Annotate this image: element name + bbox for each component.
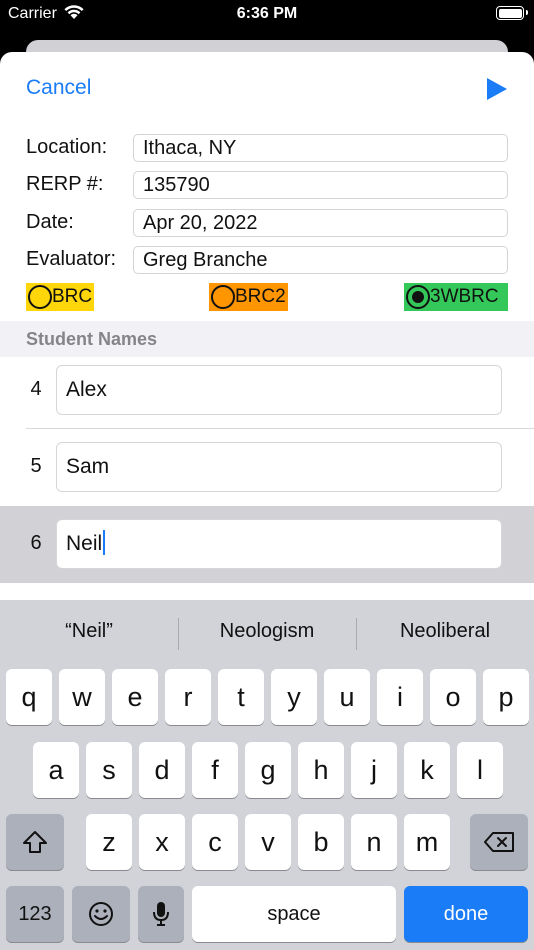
evaluation-sheet: Cancel Location: Ithaca, NY RERP #: 1357… [0,52,534,600]
text-cursor [103,529,106,555]
evaluator-field[interactable]: Greg Branche [133,246,508,274]
student-number: 6 [30,532,42,554]
course-option-brc2[interactable]: BRC2 [209,283,288,311]
rerp-row: RERP #: 135790 [26,171,508,199]
suggestion-bar: “Neil” Neologism Neoliberal [0,600,534,666]
dictation-key[interactable] [138,886,184,942]
student-name-field[interactable]: Sam [56,442,502,492]
key-p[interactable]: p [483,669,529,725]
emoji-icon [89,902,113,926]
key-v[interactable]: v [245,814,291,870]
key-h[interactable]: h [298,742,344,798]
student-row[interactable]: 5 Sam [0,429,534,506]
key-u[interactable]: u [324,669,370,725]
course-option-3wbrc[interactable]: 3WBRC [404,283,508,311]
numbers-key[interactable]: 123 [6,886,64,942]
microphone-icon [153,902,169,926]
cancel-button[interactable]: Cancel [26,76,91,100]
key-j[interactable]: j [351,742,397,798]
done-key[interactable]: done [404,886,528,942]
key-g[interactable]: g [245,742,291,798]
shift-key[interactable] [6,814,64,870]
student-number: 5 [30,455,42,477]
key-f[interactable]: f [192,742,238,798]
key-n[interactable]: n [351,814,397,870]
key-b[interactable]: b [298,814,344,870]
key-x[interactable]: x [139,814,185,870]
date-row: Date: Apr 20, 2022 [26,209,508,237]
key-e[interactable]: e [112,669,158,725]
course-option-label: BRC [52,286,93,307]
key-l[interactable]: l [457,742,503,798]
course-option-label: BRC2 [235,286,286,307]
key-y[interactable]: y [271,669,317,725]
key-s[interactable]: s [86,742,132,798]
student-row-selected[interactable]: 6 Neil [0,506,534,583]
section-title: Student Names [26,329,158,349]
key-a[interactable]: a [33,742,79,798]
space-key[interactable]: space [192,886,396,942]
emoji-key[interactable] [72,886,130,942]
key-d[interactable]: d [139,742,185,798]
keyboard: “Neil” Neologism Neoliberal q w e r t y … [0,600,534,950]
evaluator-row: Evaluator: Greg Branche [26,246,508,274]
delete-key[interactable] [470,814,528,870]
suggestion-item[interactable]: Neologism [178,620,356,643]
key-t[interactable]: t [218,669,264,725]
student-row[interactable]: 4 Alex [0,352,534,429]
radio-selected-icon [406,285,430,309]
key-i[interactable]: i [377,669,423,725]
rerp-label: RERP #: [26,173,104,195]
student-name-field[interactable]: Alex [56,365,502,415]
shift-icon [23,831,47,853]
key-k[interactable]: k [404,742,450,798]
radio-circle-icon [211,285,235,309]
key-c[interactable]: c [192,814,238,870]
date-field[interactable]: Apr 20, 2022 [133,209,508,237]
course-option-brc[interactable]: BRC [26,283,95,311]
location-label: Location: [26,136,108,158]
clock: 6:36 PM [236,5,298,22]
play-icon[interactable] [486,78,508,105]
rerp-field[interactable]: 135790 [133,171,508,199]
radio-circle-icon [28,285,52,309]
course-option-label: 3WBRC [430,286,499,307]
key-r[interactable]: r [165,669,211,725]
student-number: 4 [30,378,42,400]
location-field[interactable]: Ithaca, NY [133,134,508,162]
date-label: Date: [26,211,74,233]
key-w[interactable]: w [59,669,105,725]
key-z[interactable]: z [86,814,132,870]
student-name-text: Neil [66,532,103,555]
suggestion-item[interactable]: Neoliberal [356,620,534,643]
key-q[interactable]: q [6,669,52,725]
key-o[interactable]: o [430,669,476,725]
suggestion-item[interactable]: “Neil” [0,620,178,643]
status-bar: Carrier 6:36 PM [0,0,534,32]
key-m[interactable]: m [404,814,450,870]
battery-icon [496,6,528,20]
evaluator-label: Evaluator: [26,248,117,270]
backspace-icon [484,832,514,852]
location-row: Location: Ithaca, NY [26,134,508,162]
student-name-field-active[interactable]: Neil [56,519,502,569]
